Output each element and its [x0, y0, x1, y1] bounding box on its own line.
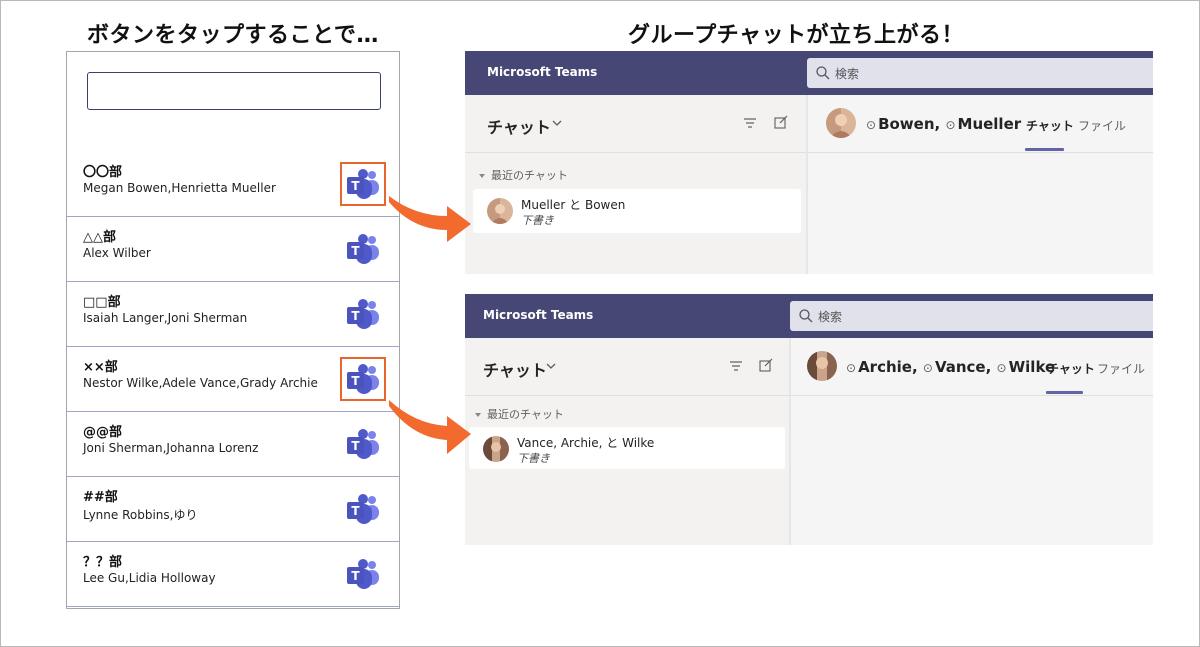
department-members: Alex Wilber [83, 246, 151, 260]
presence-icon: ⊙ [922, 361, 933, 375]
teams-screenshot-top: Microsoft Teams 検索 チャット 最近のチャット Mueller … [465, 51, 1153, 274]
teams-search-box[interactable]: 検索 [807, 58, 1153, 88]
department-members: Nestor Wilke,Adele Vance,Grady Archie [83, 376, 318, 390]
group-avatar-icon [807, 351, 837, 381]
recent-chats-label[interactable]: 最近のチャット [475, 406, 564, 422]
teams-logo-icon[interactable]: T [346, 298, 380, 330]
compose-icon[interactable] [759, 358, 773, 372]
department-members: Lee Gu,Lidia Holloway [83, 571, 216, 585]
teams-logo-icon[interactable]: T [346, 558, 380, 590]
filter-icon[interactable] [729, 360, 743, 372]
conversation-title: ⊙ Archie, ⊙ Vance, ⊙ Wilke [846, 358, 1056, 376]
group-avatar-icon [487, 198, 513, 224]
teams-search-placeholder: 検索 [818, 310, 843, 324]
department-row: ××部 Nestor Wilke,Adele Vance,Grady Archie… [67, 347, 399, 412]
chat-item-status: 下書き [521, 214, 554, 227]
tab-chat[interactable]: チャット [1026, 117, 1074, 134]
group-avatar-icon [483, 436, 509, 462]
chat-list-pane: チャット 最近のチャット Vance, Archie, と Wilke 下書き [465, 338, 789, 545]
search-input[interactable] [87, 72, 381, 110]
chevron-down-icon[interactable] [551, 118, 563, 128]
tab-files[interactable]: ファイル [1078, 117, 1126, 134]
department-row: □□部 Isaiah Langer,Joni Sherman T [67, 282, 399, 347]
teams-app-title: Microsoft Teams [483, 308, 594, 322]
chat-list-item[interactable]: Mueller と Bowen 下書き [473, 189, 801, 233]
department-name: @@部 [83, 425, 123, 440]
department-members: Joni Sherman,Johanna Lorenz [83, 441, 259, 455]
tab-files[interactable]: ファイル [1097, 360, 1145, 377]
presence-icon: ⊙ [945, 118, 956, 132]
svg-text:T: T [351, 179, 360, 193]
department-name: 〇〇部 [83, 165, 123, 180]
group-avatar-icon [826, 108, 856, 138]
chat-list-pane: チャット 最近のチャット Mueller と Bowen 下書き [465, 95, 806, 274]
department-row: ？？部 Lee Gu,Lidia Holloway T [67, 542, 399, 607]
heading-left: ボタンをタップすることで… [87, 23, 379, 48]
department-name: △△部 [83, 230, 116, 245]
teams-app-title: Microsoft Teams [487, 65, 598, 79]
active-tab-indicator [1025, 148, 1064, 151]
department-name: ××部 [83, 360, 118, 375]
department-row: ##部 Lynne Robbins,ゆり T [67, 477, 399, 542]
conversation-header: ⊙ Archie, ⊙ Vance, ⊙ Wilke チャット ファイル [791, 338, 1153, 396]
svg-text:T: T [351, 374, 360, 388]
department-members: Megan Bowen,Henrietta Mueller [83, 181, 276, 195]
department-name: □□部 [83, 295, 121, 310]
teams-logo-icon[interactable]: T [340, 162, 386, 206]
teams-logo-icon[interactable]: T [346, 233, 380, 265]
conversation-header: ⊙ Bowen, ⊙ Mueller チャット ファイル [808, 95, 1153, 153]
teams-search-placeholder: 検索 [835, 67, 860, 81]
conversation-pane: ⊙ Bowen, ⊙ Mueller チャット ファイル [806, 95, 1153, 274]
department-row: △△部 Alex Wilber T [67, 217, 399, 282]
teams-screenshot-bottom: Microsoft Teams 検索 チャット 最近のチャット Vance, A… [465, 294, 1153, 545]
presence-icon: ⊙ [846, 361, 857, 375]
conversation-title: ⊙ Bowen, ⊙ Mueller [866, 115, 1022, 133]
search-icon [816, 66, 830, 80]
conversation-pane: ⊙ Archie, ⊙ Vance, ⊙ Wilke チャット ファイル [789, 338, 1153, 545]
department-members: Lynne Robbins,ゆり [83, 508, 198, 522]
filter-icon[interactable] [743, 117, 757, 129]
teams-search-box[interactable]: 検索 [790, 301, 1153, 331]
department-name: ？？部 [83, 555, 123, 570]
chat-pane-title: チャット [487, 118, 551, 137]
caret-down-icon [475, 413, 481, 417]
recent-chats-label[interactable]: 最近のチャット [479, 167, 568, 183]
teams-top-bar: Microsoft Teams 検索 [465, 294, 1153, 338]
chevron-down-icon[interactable] [545, 361, 557, 371]
department-row: 〇〇部 Megan Bowen,Henrietta Mueller T [67, 152, 399, 217]
caret-down-icon [479, 174, 485, 178]
chat-item-status: 下書き [517, 452, 550, 465]
search-icon [799, 309, 813, 323]
department-members: Isaiah Langer,Joni Sherman [83, 311, 248, 325]
department-name: ##部 [83, 490, 118, 505]
active-tab-indicator [1046, 391, 1083, 394]
chat-list-header: チャット [465, 95, 806, 153]
chat-list-header: チャット [465, 338, 789, 396]
teams-logo-icon[interactable]: T [340, 357, 386, 401]
department-row: @@部 Joni Sherman,Johanna Lorenz T [67, 412, 399, 477]
svg-text:T: T [351, 439, 360, 453]
teams-top-bar: Microsoft Teams 検索 [465, 51, 1153, 95]
department-app-panel: 〇〇部 Megan Bowen,Henrietta Mueller T △△部 Alex… [66, 51, 400, 609]
teams-logo-icon[interactable]: T [346, 428, 380, 460]
svg-text:T: T [351, 569, 360, 583]
presence-icon: ⊙ [866, 118, 877, 132]
tab-chat[interactable]: チャット [1047, 360, 1095, 377]
chat-item-name: Vance, Archie, と Wilke [517, 436, 655, 450]
teams-logo-icon[interactable]: T [346, 493, 380, 525]
department-list: 〇〇部 Megan Bowen,Henrietta Mueller T △△部 Alex… [67, 152, 399, 607]
presence-icon: ⊙ [996, 361, 1007, 375]
compose-icon[interactable] [774, 115, 788, 129]
chat-item-name: Mueller と Bowen [521, 198, 626, 212]
svg-text:T: T [351, 309, 360, 323]
chat-pane-title: チャット [483, 361, 547, 380]
svg-text:T: T [351, 504, 360, 518]
svg-text:T: T [351, 244, 360, 258]
heading-right: グループチャットが立ち上がる！ [628, 23, 964, 48]
chat-list-item[interactable]: Vance, Archie, と Wilke 下書き [469, 427, 785, 469]
